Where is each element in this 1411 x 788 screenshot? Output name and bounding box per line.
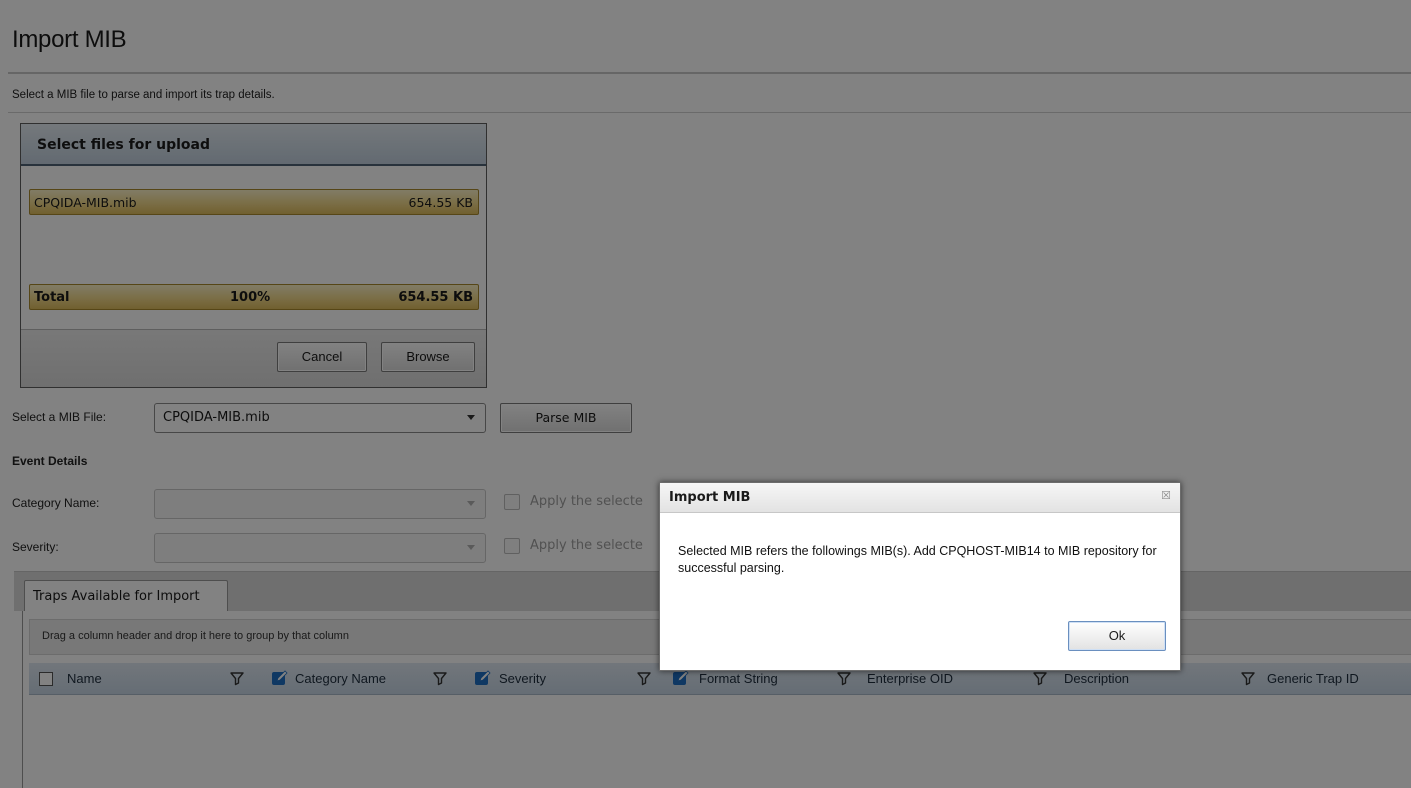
close-icon[interactable]: ☒ bbox=[1161, 489, 1171, 502]
import-mib-dialog: Import MIB ☒ Selected MIB refers the fol… bbox=[659, 482, 1181, 671]
ok-button[interactable]: Ok bbox=[1068, 621, 1166, 651]
dialog-title: Import MIB bbox=[669, 490, 751, 505]
dialog-header: Import MIB ☒ bbox=[660, 483, 1180, 513]
dialog-message: Selected MIB refers the followings MIB(s… bbox=[678, 544, 1157, 575]
